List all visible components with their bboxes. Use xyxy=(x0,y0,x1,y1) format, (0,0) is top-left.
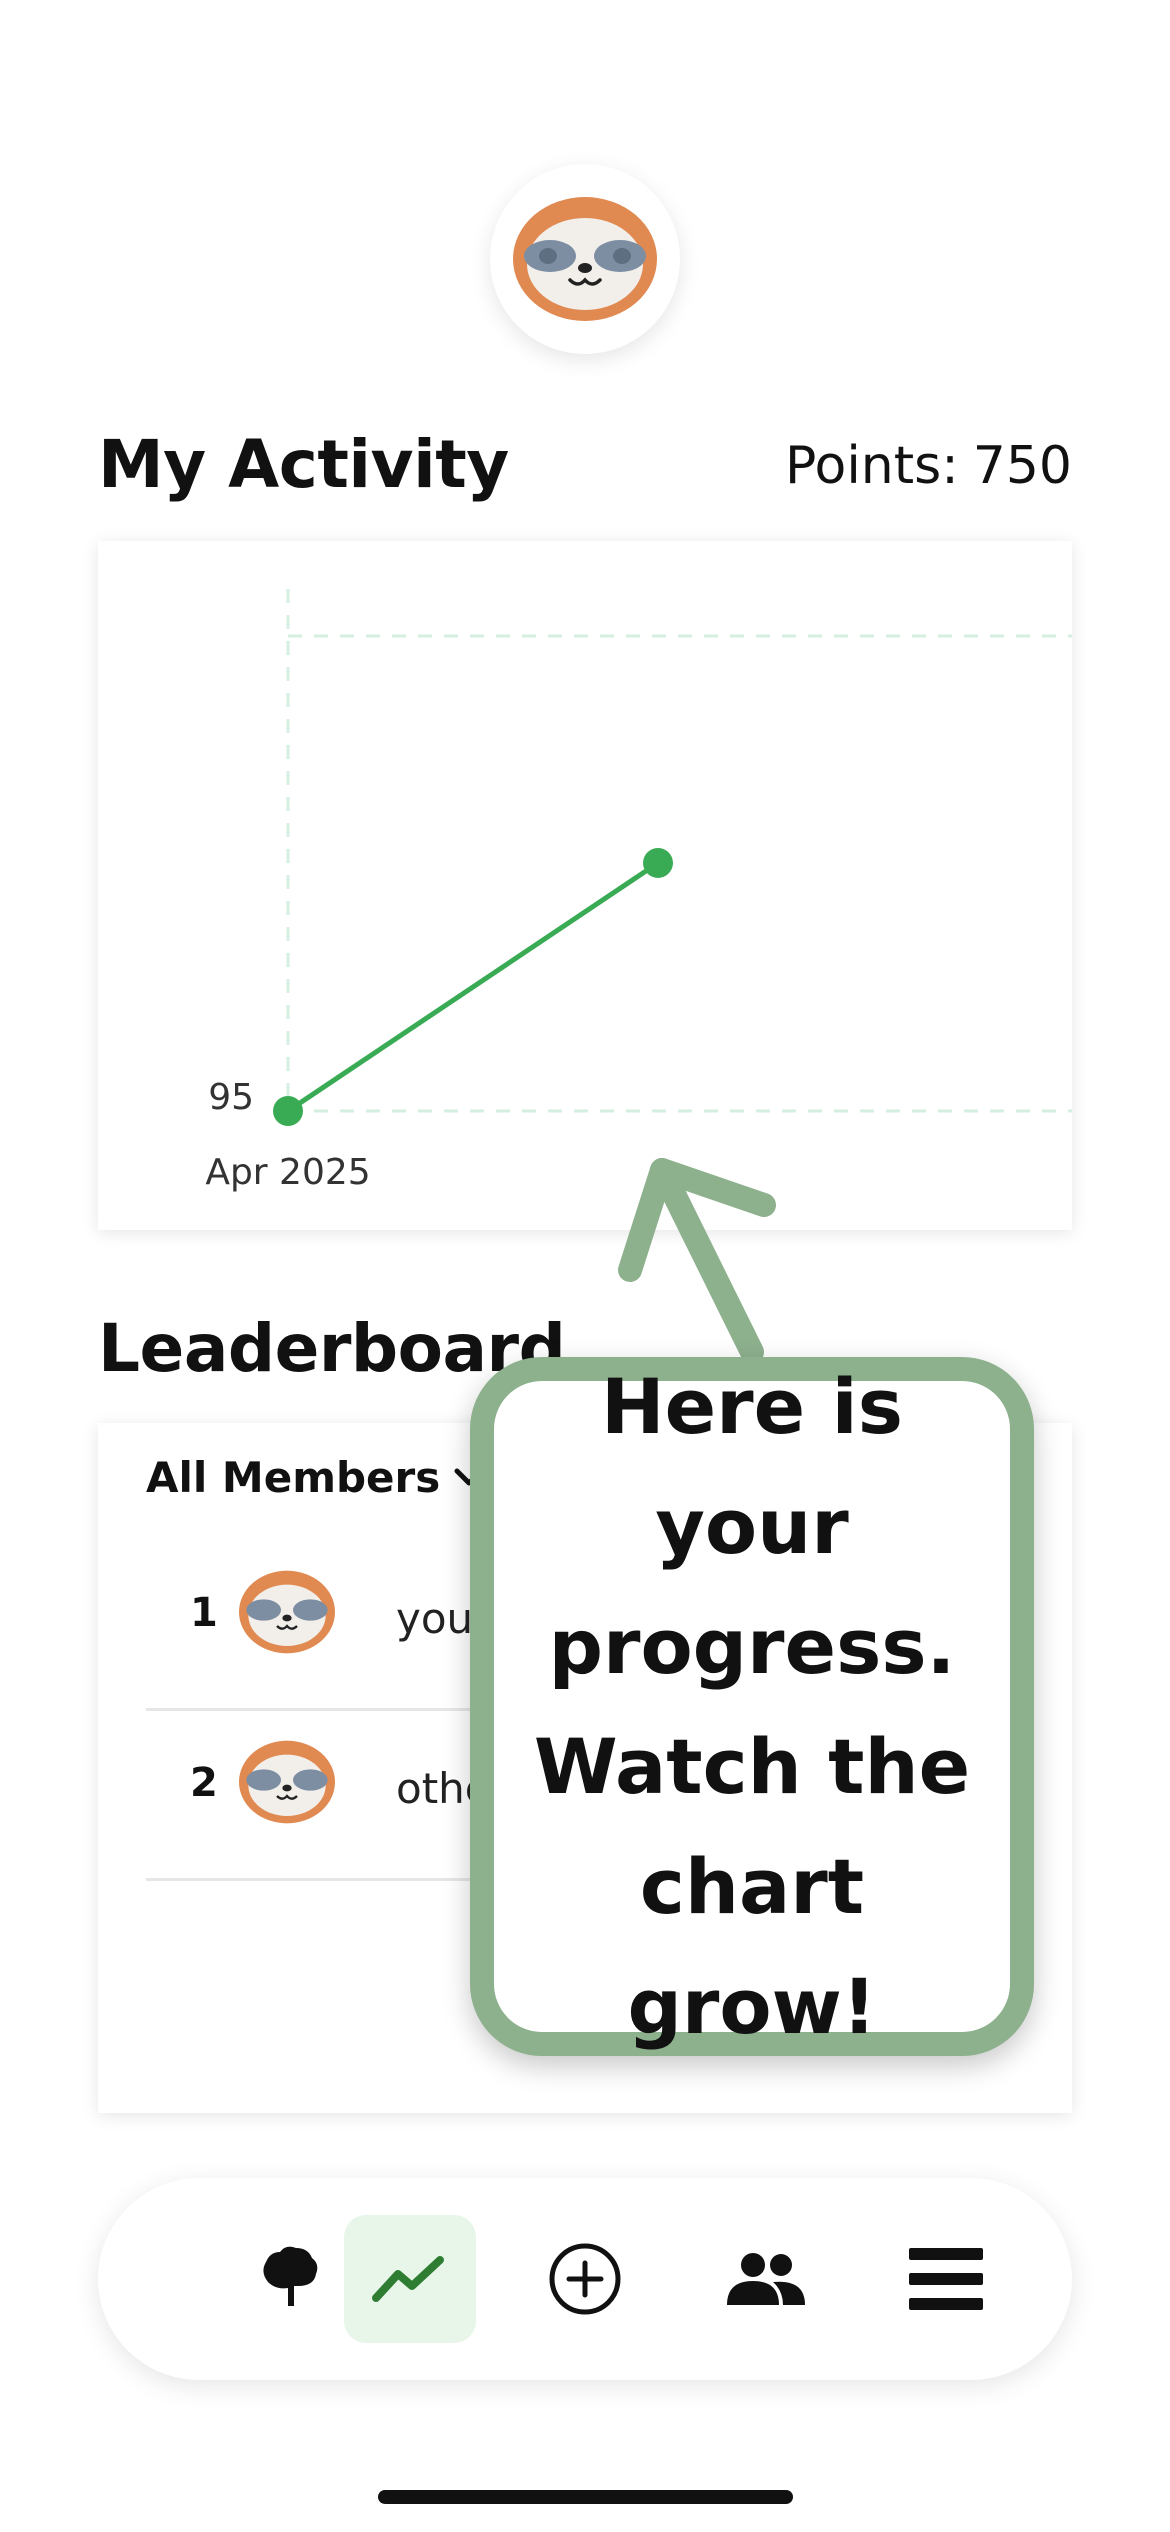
row-rank: 2 xyxy=(190,1760,218,1806)
row-name: you xyxy=(396,1594,474,1643)
points-label: Points: xyxy=(785,436,959,496)
tooltip-line: Here is xyxy=(601,1361,903,1451)
bottom-navigation xyxy=(98,2178,1072,2380)
tooltip-line: your xyxy=(655,1481,849,1571)
y-tick-label: 95 xyxy=(208,1077,254,1118)
nav-item-activity[interactable] xyxy=(344,2215,476,2343)
series-line xyxy=(285,860,661,1114)
nav-item-home[interactable] xyxy=(224,2215,356,2343)
row-rank: 1 xyxy=(190,1590,218,1636)
data-point-2[interactable] xyxy=(643,847,673,878)
tooltip-line: Watch the xyxy=(533,1721,971,1811)
nav-item-community[interactable] xyxy=(700,2215,832,2343)
menu-icon xyxy=(909,2248,983,2310)
data-point-1[interactable] xyxy=(273,1096,303,1126)
member-filter-dropdown[interactable]: All Members xyxy=(146,1453,484,1502)
tooltip-line: chart grow! xyxy=(627,1841,877,2051)
nav-item-menu[interactable] xyxy=(880,2215,1012,2343)
activity-chart: 95 Apr 2025 xyxy=(205,589,1072,1193)
profile-avatar[interactable] xyxy=(490,164,680,354)
points-display: Points: 750 xyxy=(785,436,1072,496)
tooltip-line: progress. xyxy=(548,1601,956,1691)
x-tick-label: Apr 2025 xyxy=(205,1152,370,1193)
tooltip-message: Here is your progress. Watch the chart g… xyxy=(494,1347,1010,2067)
sloth-avatar-icon xyxy=(239,1570,335,1654)
nav-item-add[interactable] xyxy=(519,2215,651,2343)
app-screen: My Activity Points: 750 95 Apr 2025 Leade… xyxy=(0,0,1170,2532)
tooltip-pointer-arrow xyxy=(618,1158,776,1364)
sloth-avatar-icon xyxy=(239,1740,335,1824)
trending-up-icon xyxy=(372,2256,444,2302)
group-icon xyxy=(727,2253,805,2305)
points-value: 750 xyxy=(972,436,1072,496)
add-circle-icon xyxy=(549,2243,621,2315)
sloth-avatar-icon xyxy=(513,197,657,321)
activity-chart-card: 95 Apr 2025 xyxy=(98,541,1072,1230)
home-indicator[interactable] xyxy=(378,2490,793,2504)
filter-label: All Members xyxy=(146,1453,441,1502)
activity-title: My Activity xyxy=(98,426,509,503)
onboarding-tooltip[interactable]: Here is your progress. Watch the chart g… xyxy=(470,1357,1034,2056)
tree-icon xyxy=(263,2246,318,2306)
